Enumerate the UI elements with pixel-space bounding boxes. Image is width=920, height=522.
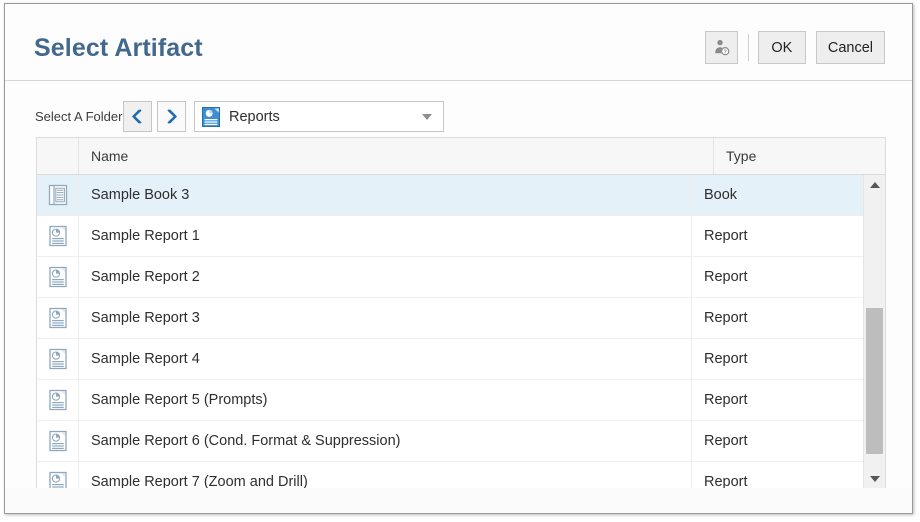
report-icon [48,430,68,452]
folder-select-dropdown[interactable]: Reports [194,101,444,132]
report-icon [48,307,68,329]
user-question-button[interactable]: ? [705,31,738,64]
triangle-down-icon [870,476,880,482]
table-row[interactable]: Sample Report 5 (Prompts)Report [37,380,863,421]
chevron-left-icon [131,109,144,124]
header-divider [748,34,749,61]
row-type-cell: Report [692,216,863,256]
row-icon-cell [37,298,79,338]
row-icon-cell [37,175,79,215]
row-name-cell: Sample Report 3 [79,298,692,338]
scrollbar-thumb[interactable] [866,308,883,454]
table-row[interactable]: Sample Report 2Report [37,257,863,298]
row-type-cell: Report [692,462,863,488]
row-icon-cell [37,216,79,256]
page-title: Select Artifact [34,34,203,63]
report-icon [48,225,68,247]
report-icon [48,471,68,488]
report-document-icon [202,107,220,127]
scroll-down-button[interactable] [864,469,885,488]
scroll-up-button[interactable] [864,175,885,194]
table-row[interactable]: Sample Book 3Book [37,175,863,216]
triangle-up-icon [870,182,880,188]
table-row[interactable]: Sample Report 1Report [37,216,863,257]
row-type-cell: Report [692,421,863,461]
row-name-cell: Sample Report 7 (Zoom and Drill) [79,462,692,488]
column-header-icon[interactable] [37,138,79,174]
nav-forward-button[interactable] [157,101,186,132]
row-icon-cell [37,380,79,420]
table-row[interactable]: Sample Report 4Report [37,339,863,380]
column-header-type[interactable]: Type [714,138,885,174]
rows-viewport: Sample Book 3BookSample Report 1ReportSa… [37,175,863,488]
table-row[interactable]: Sample Report 3Report [37,298,863,339]
table-scrollbar[interactable] [863,175,885,488]
chevron-right-icon [165,109,178,124]
row-icon-cell [37,257,79,297]
row-type-cell: Book [692,175,863,215]
row-type-cell: Report [692,380,863,420]
header-actions: ? OK Cancel [705,31,885,64]
dialog-body: Select Artifact ? OK Cancel Sel [5,4,912,513]
cancel-button[interactable]: Cancel [816,31,885,64]
svg-text:?: ? [723,49,726,55]
row-type-cell: Report [692,339,863,379]
dialog-header: Select Artifact ? OK Cancel [5,4,912,81]
row-name-cell: Sample Report 6 (Cond. Format & Suppress… [79,421,692,461]
table-body: Sample Book 3BookSample Report 1ReportSa… [37,175,885,488]
report-icon [48,348,68,370]
row-name-cell: Sample Report 4 [79,339,692,379]
book-icon [48,184,68,206]
table-header-row: Name Type [37,138,885,175]
row-name-cell: Sample Report 1 [79,216,692,256]
select-folder-label: Select A Folder [35,109,122,124]
row-name-cell: Sample Report 2 [79,257,692,297]
column-header-name[interactable]: Name [79,138,714,174]
nav-back-button[interactable] [123,101,152,132]
table-row[interactable]: Sample Report 6 (Cond. Format & Suppress… [37,421,863,462]
ok-button[interactable]: OK [758,31,806,64]
report-icon [48,389,68,411]
report-icon [48,266,68,288]
dialog-window: Select Artifact ? OK Cancel Sel [4,3,913,514]
row-type-cell: Report [692,298,863,338]
artifact-table: Name Type Sample Book 3BookSample Report… [36,137,886,489]
row-icon-cell [37,339,79,379]
row-type-cell: Report [692,257,863,297]
row-icon-cell [37,421,79,461]
chevron-down-icon [422,114,432,120]
table-row[interactable]: Sample Report 7 (Zoom and Drill)Report [37,462,863,488]
row-icon-cell [37,462,79,488]
folder-select-value: Reports [229,109,422,125]
row-name-cell: Sample Report 5 (Prompts) [79,380,692,420]
dialog-footer [5,488,912,513]
user-question-icon: ? [713,39,730,56]
row-name-cell: Sample Book 3 [79,175,692,215]
